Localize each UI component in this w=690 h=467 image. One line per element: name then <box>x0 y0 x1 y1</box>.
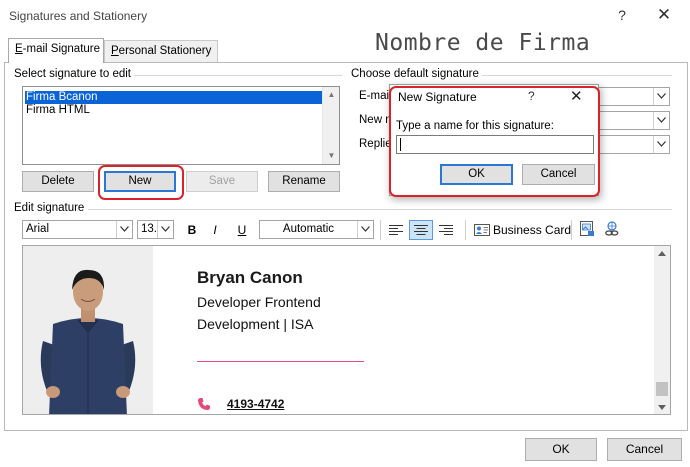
scroll-down-icon[interactable]: ▼ <box>323 148 340 164</box>
signature-divider <box>197 361 364 362</box>
chevron-down-icon <box>157 221 173 238</box>
scroll-up-icon[interactable] <box>658 251 666 256</box>
tab-email-signature[interactable]: E-mail Signature <box>8 38 104 63</box>
business-card-icon <box>474 224 490 236</box>
toolbar-separator <box>571 220 572 240</box>
font-value: Arial <box>26 223 50 235</box>
new-messages-select[interactable] <box>598 111 670 130</box>
chevron-down-icon <box>116 221 132 238</box>
email-account-label: E-mail <box>359 90 392 102</box>
tab-label: ersonal Stationery <box>118 45 212 57</box>
dialog-help-button[interactable]: ? <box>528 89 535 103</box>
divider <box>482 75 672 76</box>
editor-scrollbar[interactable] <box>654 246 670 414</box>
signature-job-title: Developer Frontend <box>197 294 321 310</box>
align-center-button[interactable] <box>409 220 433 240</box>
link-icon <box>605 221 619 236</box>
signature-phone[interactable]: 4193-4742 <box>227 397 284 411</box>
tab-label: -mail Signature <box>22 43 101 55</box>
chevron-down-icon <box>653 136 669 153</box>
save-button[interactable]: Save <box>186 171 258 192</box>
list-scrollbar[interactable]: ▲ ▼ <box>322 87 339 164</box>
signature-editor[interactable]: Bryan Canon Developer Frontend Developme… <box>22 245 671 415</box>
insert-picture-button[interactable] <box>578 220 598 240</box>
chevron-down-icon <box>653 112 669 129</box>
font-size-select[interactable]: 13.5 <box>137 220 174 239</box>
divider <box>134 75 342 76</box>
highlight-frame <box>98 165 184 200</box>
business-card-label: Business Card <box>493 223 572 237</box>
align-left-icon <box>389 225 403 235</box>
dialog-close-button[interactable]: ✕ <box>570 87 583 105</box>
dialog-cancel-button[interactable]: Cancel <box>522 164 595 185</box>
tab-access-key: E <box>15 43 23 55</box>
window-title: Signatures and Stationery <box>9 9 148 23</box>
align-right-icon <box>439 225 453 235</box>
align-center-icon <box>414 225 428 235</box>
annotation-text: Nombre de Firma <box>375 30 591 56</box>
text-caret <box>400 138 401 151</box>
list-item[interactable]: Firma HTML <box>25 104 323 117</box>
chevron-down-icon <box>653 88 669 105</box>
tab-personal-stationery[interactable]: Personal Stationery <box>104 40 218 62</box>
cancel-button[interactable]: Cancel <box>607 438 682 461</box>
new-signature-dialog: New Signature ? ✕ Type a name for this s… <box>389 84 599 196</box>
dialog-ok-button[interactable]: OK <box>440 164 513 185</box>
toolbar-separator <box>465 220 466 240</box>
signature-name-input[interactable] <box>396 135 594 154</box>
picture-icon <box>580 221 594 236</box>
tab-access-key: P <box>111 45 119 57</box>
italic-button[interactable]: I <box>206 220 224 240</box>
profile-photo <box>23 246 153 414</box>
scroll-down-icon[interactable] <box>658 405 666 410</box>
replies-label: Replie <box>359 138 392 150</box>
select-signature-label: Select signature to edit <box>14 68 131 80</box>
rename-button[interactable]: Rename <box>268 171 340 192</box>
divider <box>88 209 672 210</box>
signature-department: Development | ISA <box>197 316 314 332</box>
replies-select[interactable] <box>598 135 670 154</box>
signature-name: Bryan Canon <box>197 268 303 287</box>
bold-button[interactable]: B <box>183 220 201 240</box>
toolbar-separator <box>380 220 381 240</box>
font-color-select[interactable]: Automatic <box>259 220 374 239</box>
dialog-prompt: Type a name for this signature: <box>396 120 554 132</box>
delete-button[interactable]: Delete <box>22 171 94 192</box>
default-signature-label: Choose default signature <box>351 68 479 80</box>
align-right-button[interactable] <box>435 220 457 240</box>
align-left-button[interactable] <box>385 220 407 240</box>
list-item[interactable]: Firma Bcanon <box>25 91 323 104</box>
underline-button[interactable]: U <box>233 220 251 240</box>
edit-signature-label: Edit signature <box>14 202 85 214</box>
font-color-value: Automatic <box>282 223 335 235</box>
scroll-up-icon[interactable]: ▲ <box>323 87 340 103</box>
email-account-select[interactable] <box>598 87 670 106</box>
insert-hyperlink-button[interactable] <box>603 220 623 240</box>
business-card-button[interactable]: Business Card <box>473 221 571 240</box>
chevron-down-icon <box>357 221 373 238</box>
help-button[interactable]: ? <box>612 7 632 27</box>
signature-list[interactable]: Firma Bcanon Firma HTML ▲ ▼ <box>22 86 340 165</box>
dialog-title: New Signature <box>398 90 477 104</box>
scroll-thumb[interactable] <box>656 382 668 396</box>
font-select[interactable]: Arial <box>22 220 133 239</box>
close-window-button[interactable]: ✕ <box>652 5 676 27</box>
phone-icon <box>198 398 210 410</box>
ok-button[interactable]: OK <box>525 438 597 461</box>
